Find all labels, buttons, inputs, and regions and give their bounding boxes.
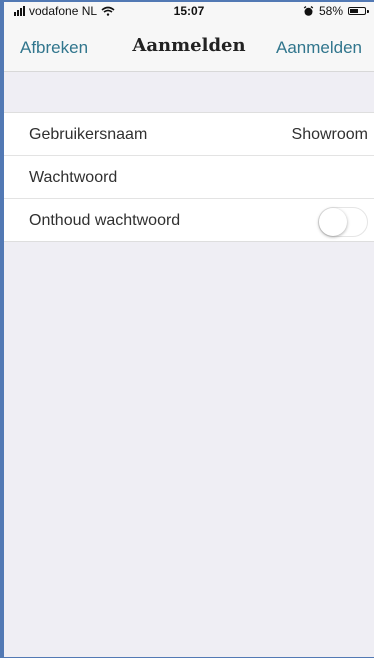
login-form: Gebruikersnaam Showroom Wachtwoord Ontho… [4, 112, 374, 242]
username-row[interactable]: Gebruikersnaam Showroom [4, 113, 374, 156]
remember-password-row: Onthoud wachtwoord [4, 199, 374, 241]
password-label: Wachtwoord [29, 169, 118, 186]
remember-password-toggle[interactable] [318, 207, 368, 237]
battery-percent: 58% [318, 4, 343, 18]
battery-icon [348, 7, 369, 15]
battery-level [350, 9, 358, 13]
toggle-knob [319, 208, 347, 236]
login-button[interactable]: Aanmelden [276, 38, 362, 58]
alarm-icon [303, 5, 314, 16]
password-row[interactable]: Wachtwoord [4, 156, 374, 199]
navigation-bar: Afbreken Aanmelden Aanmelden [4, 20, 374, 72]
app-screen: vodafone NL 15:07 58% Afbreken Aanmelden… [0, 0, 374, 658]
cancel-button[interactable]: Afbreken [20, 38, 88, 58]
username-field[interactable]: Showroom [292, 126, 368, 144]
battery-tip [367, 10, 369, 13]
status-bar: vodafone NL 15:07 58% [4, 2, 374, 20]
status-right: 58% [303, 4, 369, 18]
username-label: Gebruikersnaam [29, 126, 148, 143]
remember-password-label: Onthoud wachtwoord [29, 212, 181, 229]
